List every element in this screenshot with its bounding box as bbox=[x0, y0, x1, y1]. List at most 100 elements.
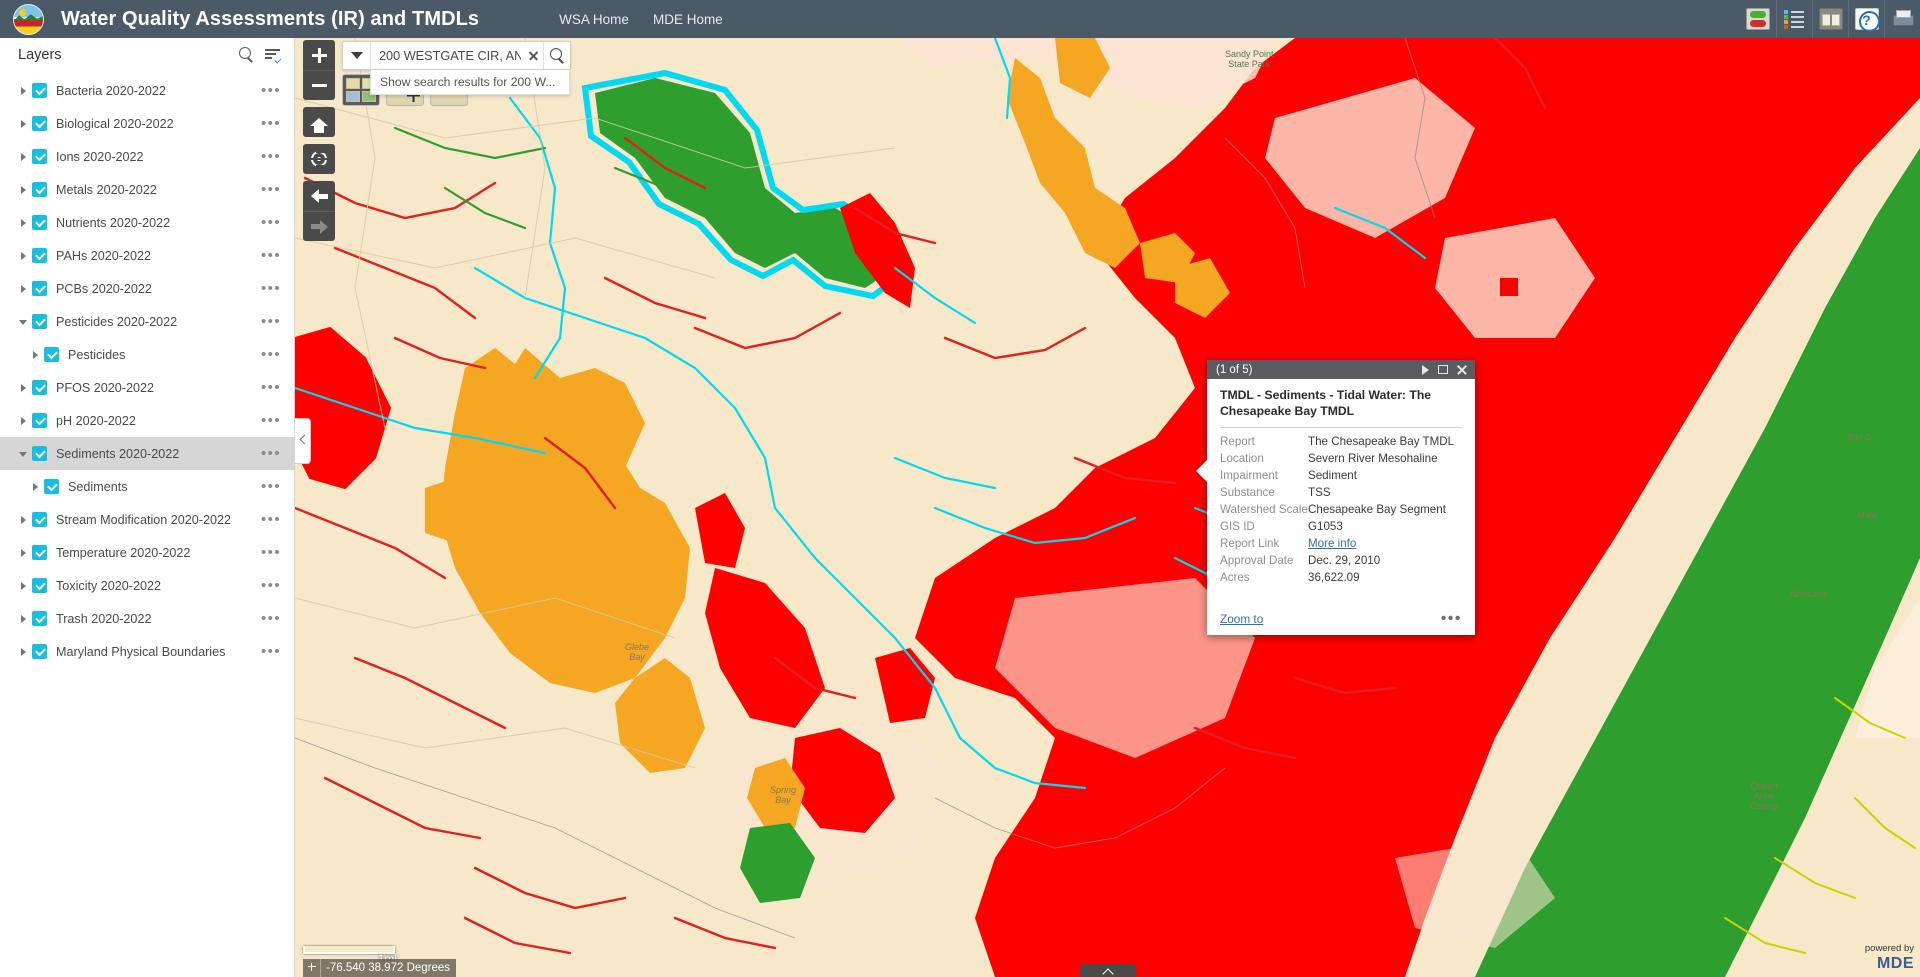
layer-item-ph-2020-2022[interactable]: pH 2020-2022••• bbox=[0, 404, 294, 437]
zoom-out-button[interactable] bbox=[303, 70, 335, 100]
chevron-down-icon[interactable] bbox=[18, 316, 30, 328]
layer-options-button[interactable]: ••• bbox=[261, 549, 281, 557]
chevron-right-icon[interactable] bbox=[18, 250, 30, 262]
help-icon[interactable] bbox=[1848, 0, 1884, 38]
layer-options-button[interactable]: ••• bbox=[261, 615, 281, 623]
chevron-right-icon[interactable] bbox=[18, 580, 30, 592]
search-suggestion-item[interactable]: Show search results for 200 W... bbox=[370, 70, 570, 95]
search-input[interactable] bbox=[371, 42, 523, 69]
layer-options-button[interactable]: ••• bbox=[261, 219, 281, 227]
chevron-right-icon[interactable] bbox=[18, 547, 30, 559]
layer-options-button[interactable]: ••• bbox=[261, 351, 281, 359]
layer-options-button[interactable]: ••• bbox=[261, 483, 281, 491]
layer-options-button[interactable]: ••• bbox=[261, 582, 281, 590]
layer-item-pesticides-2020-2022[interactable]: Pesticides 2020-2022••• bbox=[0, 305, 294, 338]
layer-item-maryland-physical-boundaries[interactable]: Maryland Physical Boundaries••• bbox=[0, 635, 294, 668]
search-icon[interactable] bbox=[238, 46, 255, 63]
chevron-right-icon[interactable] bbox=[18, 613, 30, 625]
layer-visibility-checkbox[interactable] bbox=[32, 149, 47, 164]
layer-item-trash-2020-2022[interactable]: Trash 2020-2022••• bbox=[0, 602, 294, 635]
layer-visibility-checkbox[interactable] bbox=[32, 446, 47, 461]
popup-next-button[interactable] bbox=[1416, 360, 1434, 379]
layer-item-bacteria-2020-2022[interactable]: Bacteria 2020-2022••• bbox=[0, 74, 294, 107]
layer-visibility-checkbox[interactable] bbox=[32, 215, 47, 230]
chevron-right-icon[interactable] bbox=[18, 514, 30, 526]
layer-item-nutrients-2020-2022[interactable]: Nutrients 2020-2022••• bbox=[0, 206, 294, 239]
search-submit-button[interactable] bbox=[543, 42, 570, 69]
layer-options-button[interactable]: ••• bbox=[261, 186, 281, 194]
clear-search-button[interactable] bbox=[523, 42, 543, 69]
search-source-dropdown[interactable] bbox=[343, 42, 371, 69]
previous-extent-button[interactable] bbox=[303, 181, 335, 211]
layer-visibility-checkbox[interactable] bbox=[44, 479, 59, 494]
layer-options-button[interactable]: ••• bbox=[261, 384, 281, 392]
layer-options-button[interactable]: ••• bbox=[261, 120, 281, 128]
mde-home-link[interactable]: MDE Home bbox=[653, 12, 723, 27]
layer-visibility-checkbox[interactable] bbox=[44, 347, 59, 362]
about-icon[interactable] bbox=[1812, 0, 1848, 38]
chevron-right-icon[interactable] bbox=[18, 283, 30, 295]
layer-item-biological-2020-2022[interactable]: Biological 2020-2022••• bbox=[0, 107, 294, 140]
chevron-right-icon[interactable] bbox=[18, 85, 30, 97]
layer-options-button[interactable]: ••• bbox=[261, 516, 281, 524]
popup-field-link[interactable]: More info bbox=[1308, 537, 1356, 550]
layer-options-button[interactable]: ••• bbox=[261, 318, 281, 326]
layer-visibility-checkbox[interactable] bbox=[32, 512, 47, 527]
filter-icon[interactable] bbox=[264, 46, 281, 63]
panel-collapse-handle[interactable] bbox=[295, 418, 311, 464]
wsa-home-link[interactable]: WSA Home bbox=[559, 12, 629, 27]
locate-button[interactable] bbox=[303, 144, 335, 174]
layer-item-pahs-2020-2022[interactable]: PAHs 2020-2022••• bbox=[0, 239, 294, 272]
layer-item-sediments[interactable]: Sediments••• bbox=[0, 470, 294, 503]
legend-toggle-icon[interactable] bbox=[1740, 0, 1776, 38]
layer-options-button[interactable]: ••• bbox=[261, 153, 281, 161]
home-extent-button[interactable] bbox=[303, 107, 335, 137]
layer-item-ions-2020-2022[interactable]: Ions 2020-2022••• bbox=[0, 140, 294, 173]
chevron-right-icon[interactable] bbox=[18, 184, 30, 196]
layer-visibility-checkbox[interactable] bbox=[32, 116, 47, 131]
layer-item-pesticides[interactable]: Pesticides••• bbox=[0, 338, 294, 371]
layer-options-button[interactable]: ••• bbox=[261, 648, 281, 656]
layer-item-temperature-2020-2022[interactable]: Temperature 2020-2022••• bbox=[0, 536, 294, 569]
layer-item-sediments-2020-2022[interactable]: Sediments 2020-2022••• bbox=[0, 437, 294, 470]
layer-visibility-checkbox[interactable] bbox=[32, 83, 47, 98]
layer-visibility-checkbox[interactable] bbox=[32, 413, 47, 428]
layer-visibility-checkbox[interactable] bbox=[32, 578, 47, 593]
next-extent-button[interactable] bbox=[303, 211, 335, 241]
layer-options-button[interactable]: ••• bbox=[261, 417, 281, 425]
chevron-right-icon[interactable] bbox=[18, 415, 30, 427]
print-icon[interactable] bbox=[1884, 0, 1920, 38]
layer-visibility-checkbox[interactable] bbox=[32, 380, 47, 395]
zoom-in-button[interactable] bbox=[303, 40, 335, 70]
layer-item-pfos-2020-2022[interactable]: PFOS 2020-2022••• bbox=[0, 371, 294, 404]
chevron-right-icon[interactable] bbox=[18, 646, 30, 658]
chevron-down-icon[interactable] bbox=[18, 448, 30, 460]
coordinate-readout[interactable]: -76.540 38.972 Degrees bbox=[303, 959, 456, 977]
legend-icon[interactable] bbox=[1776, 0, 1812, 38]
chevron-right-icon[interactable] bbox=[18, 217, 30, 229]
chevron-right-icon[interactable] bbox=[18, 382, 30, 394]
layer-visibility-checkbox[interactable] bbox=[32, 611, 47, 626]
chevron-right-icon[interactable] bbox=[18, 118, 30, 130]
chevron-right-icon[interactable] bbox=[18, 151, 30, 163]
popup-maximize-button[interactable] bbox=[1434, 360, 1452, 379]
popup-more-actions-button[interactable]: ••• bbox=[1441, 615, 1462, 623]
map-canvas[interactable]: Sandy PointState ParkBay CMataNormansQue… bbox=[295, 38, 1920, 977]
layer-visibility-checkbox[interactable] bbox=[32, 644, 47, 659]
chevron-right-icon[interactable] bbox=[30, 481, 42, 493]
chevron-right-icon[interactable] bbox=[30, 349, 42, 361]
layer-visibility-checkbox[interactable] bbox=[32, 281, 47, 296]
layer-item-pcbs-2020-2022[interactable]: PCBs 2020-2022••• bbox=[0, 272, 294, 305]
layer-options-button[interactable]: ••• bbox=[261, 450, 281, 458]
layer-visibility-checkbox[interactable] bbox=[32, 182, 47, 197]
layer-visibility-checkbox[interactable] bbox=[32, 545, 47, 560]
layer-item-stream-modification-2020-2022[interactable]: Stream Modification 2020-2022••• bbox=[0, 503, 294, 536]
layer-visibility-checkbox[interactable] bbox=[32, 248, 47, 263]
layer-options-button[interactable]: ••• bbox=[261, 87, 281, 95]
attribute-table-handle[interactable] bbox=[1080, 964, 1136, 977]
layer-item-metals-2020-2022[interactable]: Metals 2020-2022••• bbox=[0, 173, 294, 206]
popup-close-button[interactable] bbox=[1452, 360, 1470, 379]
layer-item-toxicity-2020-2022[interactable]: Toxicity 2020-2022••• bbox=[0, 569, 294, 602]
layer-visibility-checkbox[interactable] bbox=[32, 314, 47, 329]
zoom-to-link[interactable]: Zoom to bbox=[1220, 612, 1263, 626]
